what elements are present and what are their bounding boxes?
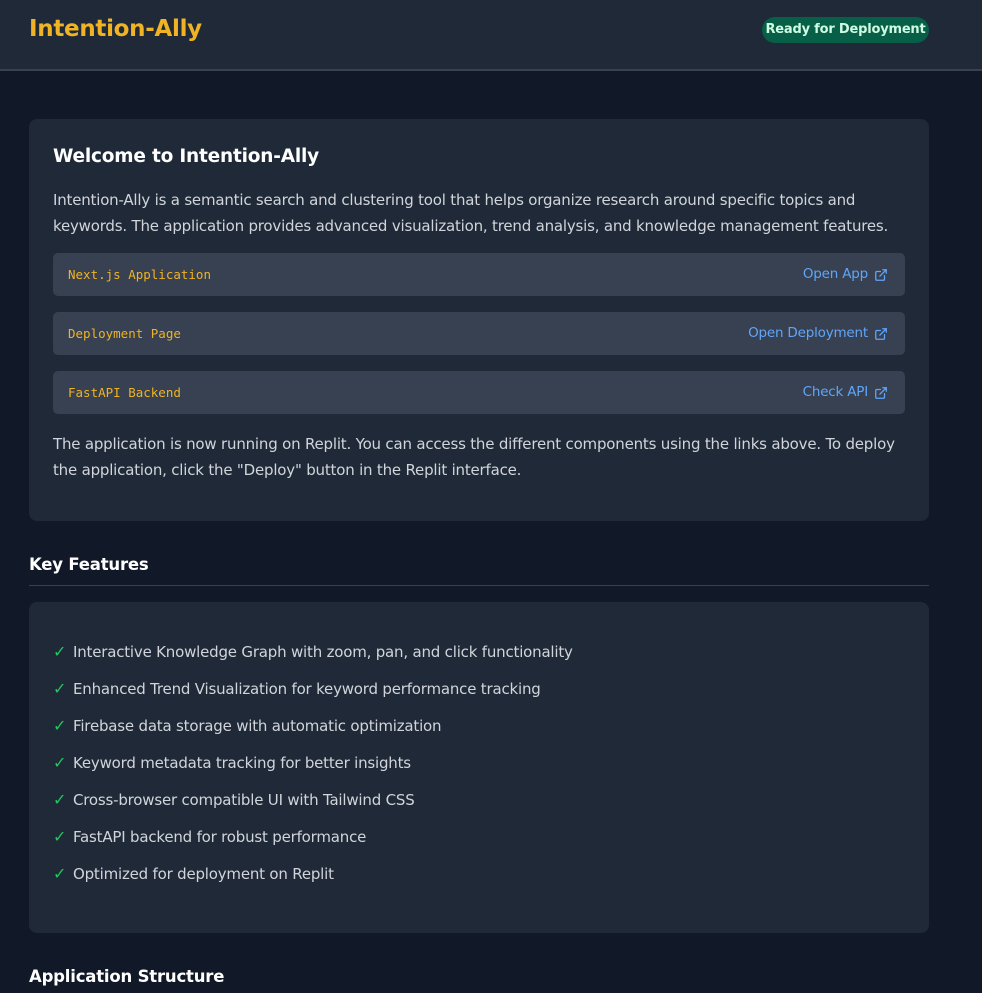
feature-item: ✓ Optimized for deployment on Replit bbox=[53, 855, 573, 892]
check-api-link[interactable]: Check API bbox=[803, 371, 888, 414]
feature-text: Optimized for deployment on Replit bbox=[73, 864, 334, 883]
app-header: Intention-Ally Ready for Deployment bbox=[0, 0, 982, 71]
application-structure-heading: Application Structure bbox=[29, 967, 225, 986]
check-icon: ✓ bbox=[53, 827, 67, 846]
section-divider bbox=[29, 585, 929, 586]
check-icon: ✓ bbox=[53, 790, 67, 809]
open-app-link[interactable]: Open App bbox=[803, 253, 888, 296]
feature-text: FastAPI backend for robust performance bbox=[73, 827, 367, 846]
link-row-fastapi: FastAPI Backend Check API bbox=[53, 371, 905, 414]
welcome-footer-text: The application is now running on Replit… bbox=[53, 435, 895, 479]
feature-item: ✓ Interactive Knowledge Graph with zoom,… bbox=[53, 633, 573, 670]
check-icon: ✓ bbox=[53, 679, 67, 698]
external-link-icon bbox=[874, 327, 888, 341]
link-label: Open App bbox=[802, 266, 868, 282]
check-icon: ✓ bbox=[53, 716, 67, 735]
check-icon: ✓ bbox=[53, 642, 67, 661]
external-link-icon bbox=[874, 268, 888, 282]
feature-list: ✓ Interactive Knowledge Graph with zoom,… bbox=[53, 633, 573, 892]
feature-item: ✓ Firebase data storage with automatic o… bbox=[53, 707, 573, 744]
status-badge: Ready for Deployment bbox=[762, 17, 929, 43]
feature-text: Firebase data storage with automatic opt… bbox=[73, 716, 442, 735]
feature-text: Cross-browser compatible UI with Tailwin… bbox=[73, 790, 415, 809]
link-row-nextjs: Next.js Application Open App bbox=[53, 253, 905, 296]
feature-item: ✓ Enhanced Trend Visualization for keywo… bbox=[53, 670, 573, 707]
feature-item: ✓ FastAPI backend for robust performance bbox=[53, 818, 573, 855]
link-name: Next.js Application bbox=[68, 267, 211, 282]
features-card: ✓ Interactive Knowledge Graph with zoom,… bbox=[29, 602, 929, 933]
link-label: Check API bbox=[802, 384, 869, 400]
key-features-heading: Key Features bbox=[29, 555, 149, 574]
check-icon: ✓ bbox=[53, 753, 67, 772]
link-name: Deployment Page bbox=[68, 326, 181, 341]
open-deployment-link[interactable]: Open Deployment bbox=[748, 312, 888, 355]
feature-item: ✓ Keyword metadata tracking for better i… bbox=[53, 744, 573, 781]
welcome-description: Intention-Ally is a semantic search and … bbox=[53, 191, 889, 235]
welcome-title: Welcome to Intention-Ally bbox=[53, 146, 319, 167]
link-row-deployment: Deployment Page Open Deployment bbox=[53, 312, 905, 355]
external-link-icon bbox=[874, 386, 888, 400]
feature-item: ✓ Cross-browser compatible UI with Tailw… bbox=[53, 781, 573, 818]
feature-text: Keyword metadata tracking for better ins… bbox=[73, 753, 411, 772]
link-label: Open Deployment bbox=[748, 325, 868, 341]
feature-text: Enhanced Trend Visualization for keyword… bbox=[73, 679, 541, 698]
check-icon: ✓ bbox=[53, 864, 67, 883]
app-title: Intention-Ally bbox=[29, 16, 202, 42]
welcome-card: Welcome to Intention-Ally Intention-Ally… bbox=[29, 119, 929, 521]
link-name: FastAPI Backend bbox=[68, 385, 181, 400]
feature-text: Interactive Knowledge Graph with zoom, p… bbox=[73, 642, 573, 661]
